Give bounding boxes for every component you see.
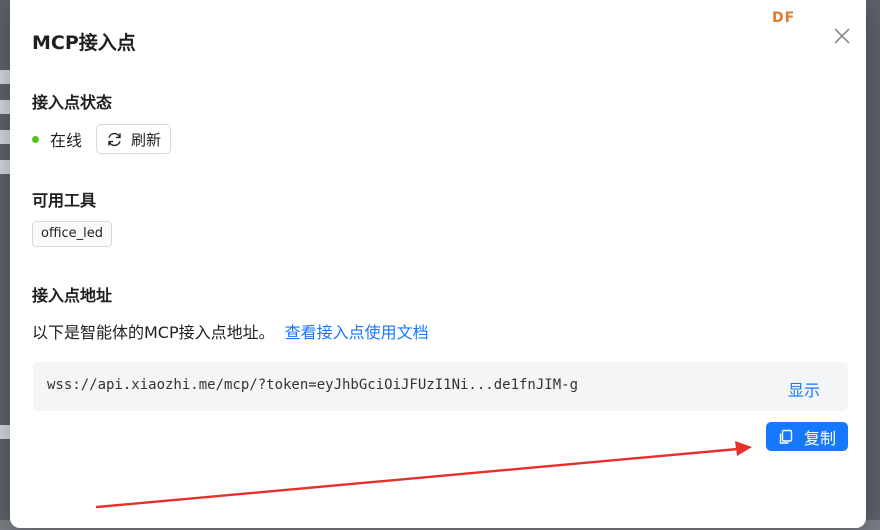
- background-fragment: [0, 425, 10, 439]
- watermark-logo: DF: [772, 10, 796, 26]
- endpoint-description-row: 以下是智能体的MCP接入点地址。 查看接入点使用文档: [32, 319, 429, 343]
- background-fragment: [0, 160, 10, 174]
- status-text: 在线: [50, 131, 83, 150]
- endpoint-section-title: 接入点地址: [32, 286, 113, 305]
- endpoint-url-box: wss://api.xiaozhi.me/mcp/?token=eyJhbGci…: [33, 362, 848, 411]
- show-token-button[interactable]: 显示: [788, 377, 820, 401]
- copy-button[interactable]: 复制: [766, 422, 848, 451]
- mcp-endpoint-dialog: MCP接入点 DF 接入点状态 在线 刷新 可用工具 office_led 接入…: [10, 0, 866, 528]
- refresh-label: 刷新: [131, 130, 162, 149]
- status-row: 在线 刷新: [32, 124, 172, 154]
- dialog-title: MCP接入点: [32, 32, 136, 54]
- endpoint-url: wss://api.xiaozhi.me/mcp/?token=eyJhbGci…: [47, 377, 579, 393]
- background-fragment: [0, 100, 10, 114]
- tool-tag: office_led: [32, 221, 113, 247]
- status-section-title: 接入点状态: [32, 93, 113, 112]
- copy-label: 复制: [803, 428, 836, 448]
- doc-link[interactable]: 查看接入点使用文档: [285, 319, 429, 343]
- background-fragment: [0, 70, 10, 84]
- copy-icon: [779, 429, 793, 444]
- online-status-dot: [32, 135, 39, 143]
- refresh-icon: [108, 132, 121, 146]
- close-icon: [834, 28, 850, 44]
- endpoint-description: 以下是智能体的MCP接入点地址。: [32, 323, 275, 342]
- close-button[interactable]: [830, 24, 854, 48]
- refresh-button[interactable]: 刷新: [96, 124, 172, 154]
- background-fragment: [0, 130, 10, 144]
- tools-section-title: 可用工具: [32, 191, 97, 210]
